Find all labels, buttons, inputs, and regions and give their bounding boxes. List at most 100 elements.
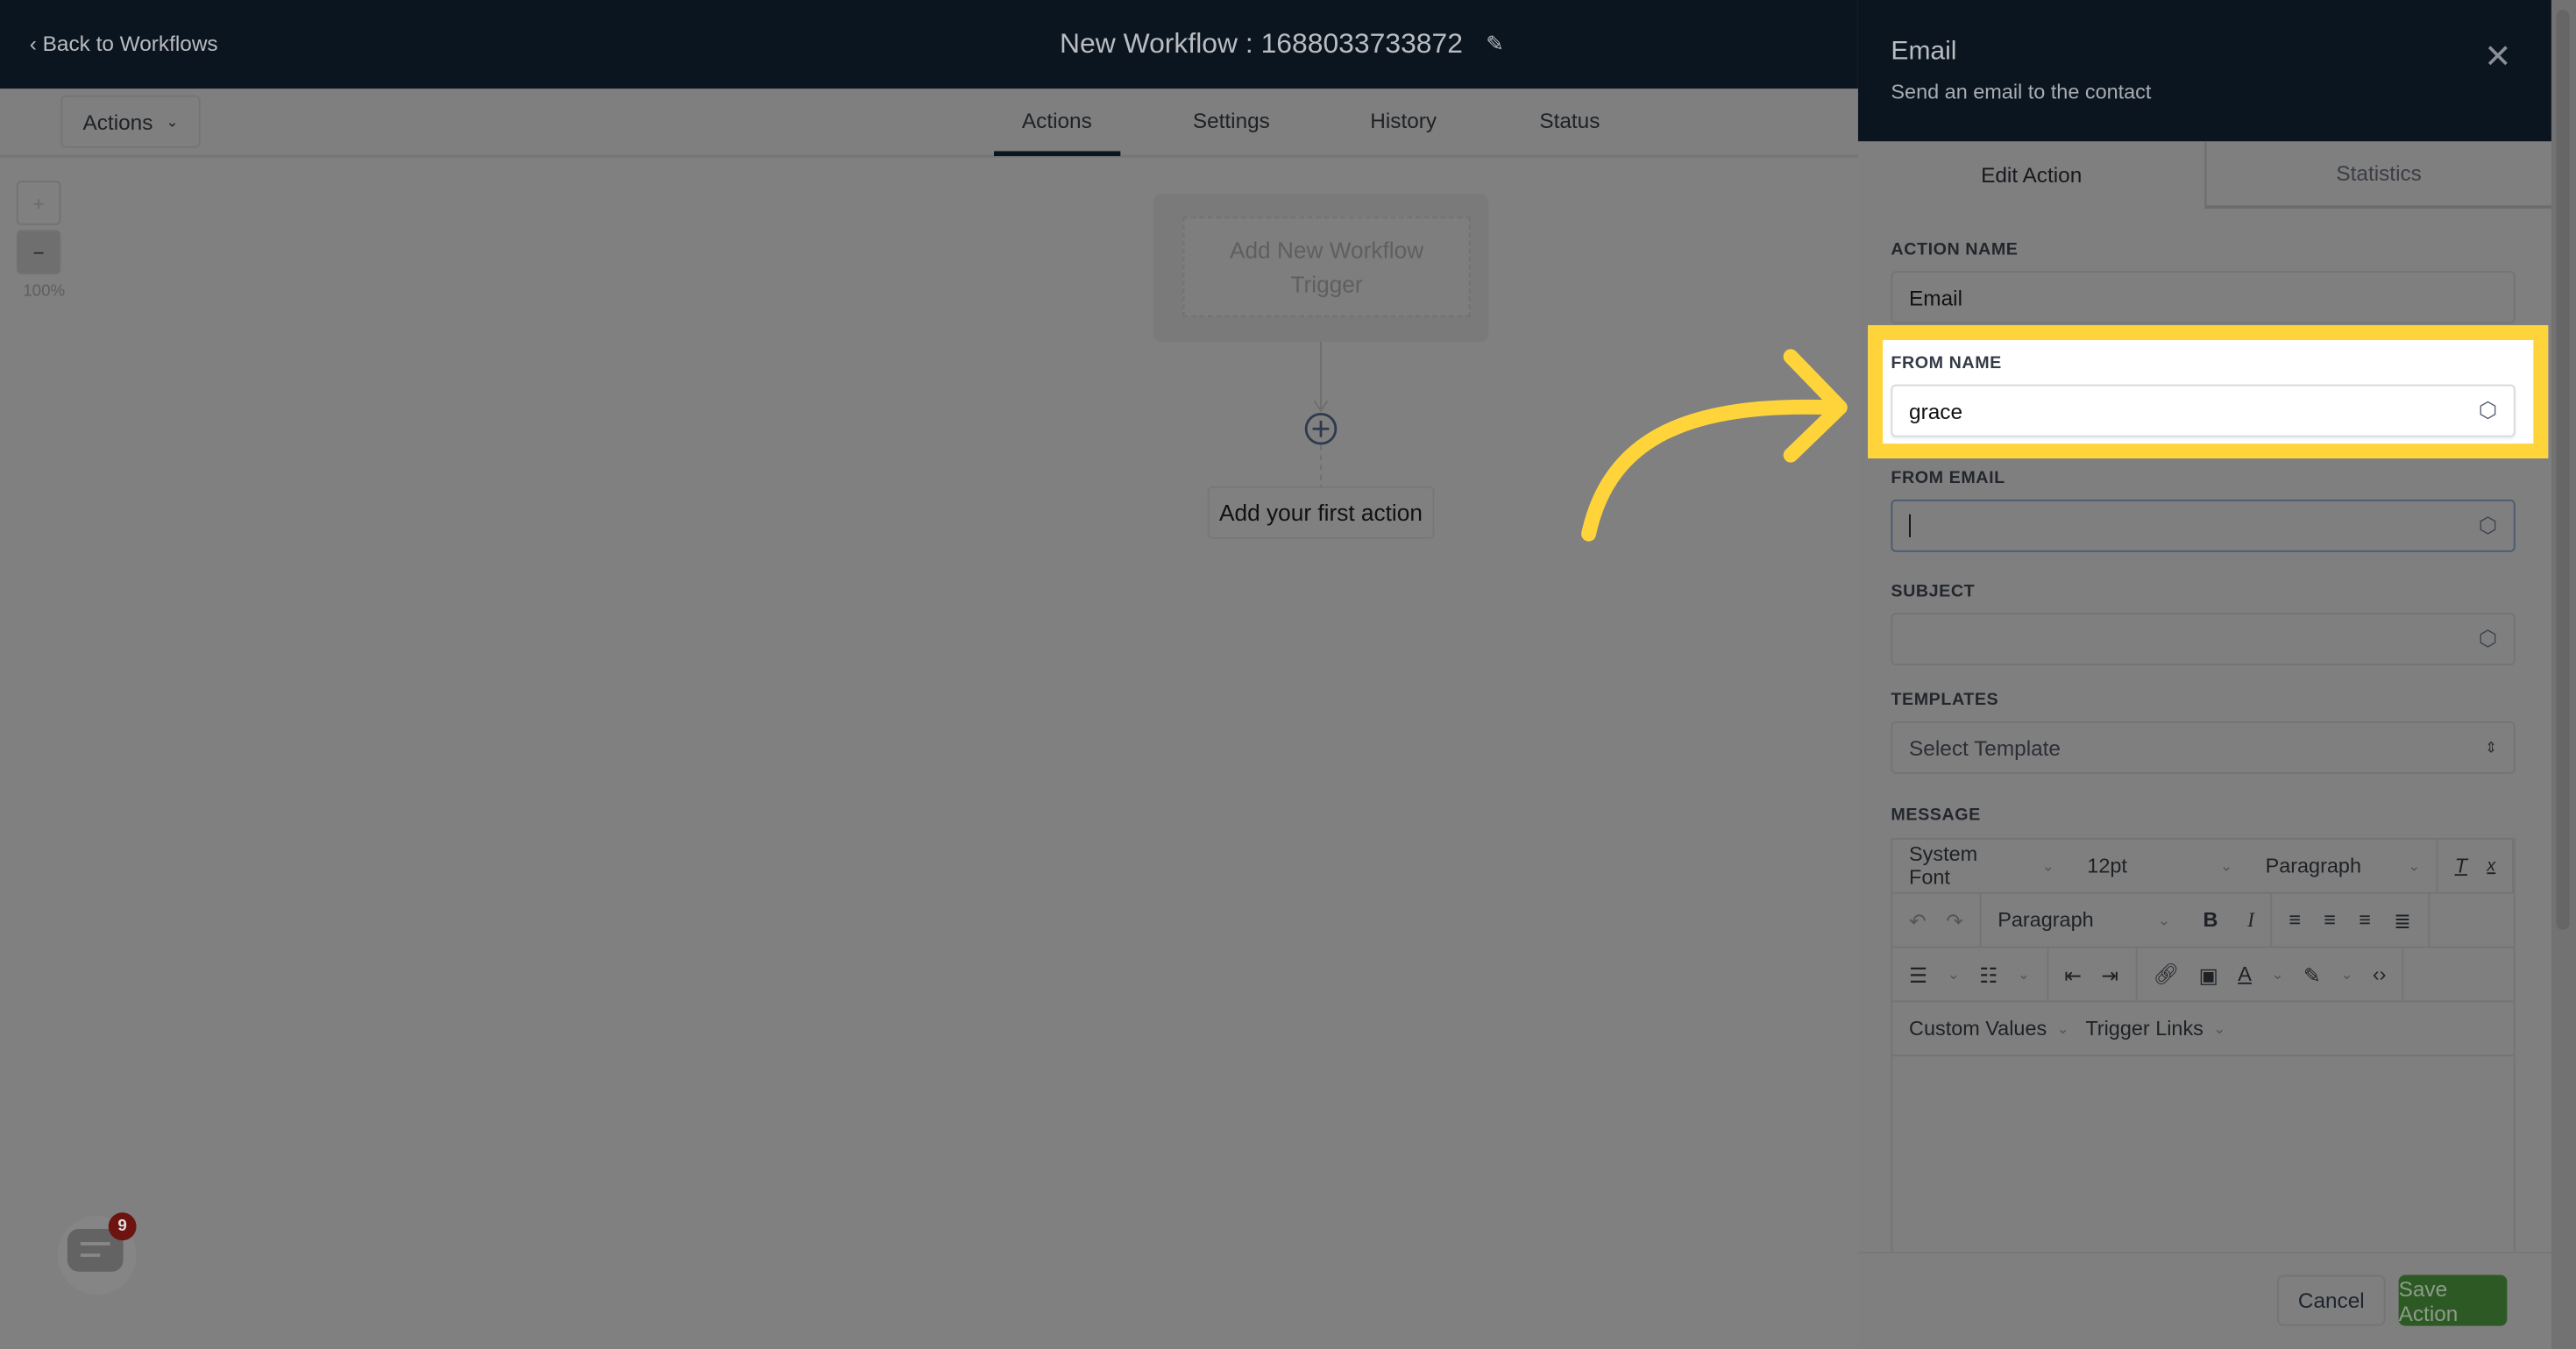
italic-icon[interactable]: I bbox=[2247, 908, 2254, 933]
paragraph-select[interactable]: Paragraph ⌄ bbox=[1981, 894, 2186, 947]
outdent-icon[interactable]: ⇤ bbox=[2064, 962, 2082, 986]
paragraph-value: Paragraph bbox=[1998, 908, 2094, 932]
yellow-arrow-annotation bbox=[1581, 349, 1848, 542]
chevron-down-icon[interactable]: ⌄ bbox=[1948, 965, 1960, 983]
top-header: ‹ Back to Workflows New Workflow : 16880… bbox=[0, 0, 1858, 89]
tab-settings[interactable]: Settings bbox=[1193, 109, 1270, 133]
templates-label: TEMPLATES bbox=[1891, 690, 1999, 710]
tag-icon[interactable]: ⬡ bbox=[2479, 398, 2497, 424]
back-label: Back to Workflows bbox=[42, 31, 218, 56]
actions-label: Actions bbox=[82, 109, 153, 134]
add-trigger-button[interactable]: Add New Workflow Trigger bbox=[1182, 217, 1471, 317]
numbered-list-icon[interactable]: ☷ bbox=[1979, 962, 1998, 986]
cancel-button[interactable]: Cancel bbox=[2276, 1274, 2386, 1326]
tab-history[interactable]: History bbox=[1370, 109, 1437, 133]
tag-icon[interactable]: ⬡ bbox=[2479, 513, 2497, 539]
workflow-title: New Workflow : 1688033733872 ✎ bbox=[1060, 28, 1504, 60]
template-select[interactable]: Select Template ⇕ bbox=[1891, 721, 2516, 774]
message-body[interactable] bbox=[1892, 1056, 2514, 1250]
chevron-down-icon: ⌄ bbox=[2041, 856, 2054, 874]
align-left-icon[interactable]: ≡ bbox=[2289, 909, 2301, 932]
indent-icon[interactable]: ⇥ bbox=[2101, 962, 2118, 986]
subject-input[interactable]: ⬡ bbox=[1891, 613, 2516, 666]
font-value: System Font bbox=[1909, 842, 1978, 890]
chat-widget[interactable]: 9 bbox=[57, 1212, 137, 1296]
from-name-label: FROM NAME bbox=[1891, 352, 2002, 373]
custom-values-label: Custom Values bbox=[1909, 1017, 2047, 1040]
text-color-icon[interactable]: A bbox=[2238, 962, 2252, 985]
font-size-select[interactable]: 12pt ⌄ bbox=[2071, 840, 2249, 892]
custom-values-menu[interactable]: Custom Values ⌄ bbox=[1892, 1002, 2085, 1054]
scrollbar[interactable] bbox=[2551, 0, 2576, 1349]
action-name-input[interactable]: Email bbox=[1891, 271, 2516, 324]
code-icon[interactable]: ‹› bbox=[2373, 962, 2387, 985]
align-right-icon[interactable]: ≡ bbox=[2359, 909, 2371, 932]
connector bbox=[1304, 341, 1338, 486]
message-label: MESSAGE bbox=[1891, 805, 1981, 825]
link-icon[interactable]: 🔗︎ bbox=[2153, 962, 2179, 986]
scrollbar-thumb[interactable] bbox=[2556, 10, 2570, 930]
active-tab-indicator bbox=[994, 151, 1121, 157]
close-icon[interactable]: ✕ bbox=[2484, 36, 2511, 77]
size-value: 12pt bbox=[2087, 854, 2127, 877]
image-icon[interactable]: ▣ bbox=[2199, 962, 2218, 986]
trigger-card: Add New Workflow Trigger bbox=[1153, 194, 1489, 342]
panel-title: Email bbox=[1891, 38, 1957, 66]
editor-toolbar-row-1: System Font ⌄ 12pt ⌄ Paragraph ⌄ Tx bbox=[1892, 839, 2514, 894]
block-format-select[interactable]: Paragraph ⌄ bbox=[2249, 839, 2438, 892]
from-name-highlight: FROM NAME grace ⬡ bbox=[1868, 325, 2549, 458]
panel-subtitle: Send an email to the contact bbox=[1891, 80, 2152, 104]
save-action-button[interactable]: Save Action bbox=[2398, 1274, 2508, 1326]
workflow-toolbar: Actions ⌄ Actions Settings History Status bbox=[0, 89, 1858, 158]
zoom-out-button[interactable]: − bbox=[16, 230, 61, 275]
chevron-down-icon: ⌄ bbox=[2219, 856, 2233, 874]
add-first-action[interactable]: Add your first action bbox=[1207, 486, 1435, 539]
align-center-icon[interactable]: ≡ bbox=[2324, 909, 2336, 932]
trigger-links-menu[interactable]: Trigger Links ⌄ bbox=[2085, 1002, 2225, 1054]
chevron-down-icon[interactable]: ⌄ bbox=[2271, 965, 2283, 983]
bullet-list-icon[interactable]: ☰ bbox=[1909, 962, 1927, 986]
chevron-down-icon[interactable]: ⌄ bbox=[2340, 965, 2352, 983]
editor-toolbar-row-4: Custom Values ⌄ Trigger Links ⌄ bbox=[1892, 1002, 2514, 1057]
highlight-icon[interactable]: ✎ bbox=[2303, 962, 2321, 986]
trigger-links-label: Trigger Links bbox=[2085, 1017, 2203, 1040]
from-email-label: FROM EMAIL bbox=[1891, 468, 2005, 488]
actions-dropdown[interactable]: Actions ⌄ bbox=[60, 95, 201, 148]
from-email-value bbox=[1909, 514, 1911, 537]
bold-icon[interactable]: B bbox=[2203, 909, 2218, 932]
tab-actions[interactable]: Actions bbox=[1022, 109, 1092, 133]
zoom-in-button[interactable]: + bbox=[16, 181, 61, 225]
from-name-input[interactable]: grace ⬡ bbox=[1891, 384, 2516, 437]
panel-header: Email Send an email to the contact ✕ bbox=[1857, 0, 2551, 142]
message-editor: System Font ⌄ 12pt ⌄ Paragraph ⌄ Tx ↶ ↷ Para… bbox=[1891, 837, 2516, 1253]
chevron-down-icon: ⌄ bbox=[166, 112, 179, 130]
tab-status[interactable]: Status bbox=[1539, 109, 1600, 133]
font-family-select[interactable]: System Font ⌄ bbox=[1892, 840, 2070, 892]
chevron-down-icon: ⌄ bbox=[2056, 1019, 2069, 1036]
undo-icon[interactable]: ↶ bbox=[1909, 908, 1927, 932]
redo-icon[interactable]: ↷ bbox=[1946, 908, 1963, 932]
workflow-title-text: New Workflow : 1688033733872 bbox=[1059, 27, 1463, 60]
chevron-down-icon[interactable]: ⌄ bbox=[2018, 965, 2030, 983]
subject-label: SUBJECT bbox=[1891, 581, 1976, 602]
updown-chevron-icon: ⇕ bbox=[2484, 738, 2498, 756]
tag-icon[interactable]: ⬡ bbox=[2479, 626, 2497, 652]
justify-icon[interactable]: ≣ bbox=[2394, 908, 2411, 932]
block-value: Paragraph bbox=[2265, 854, 2361, 877]
back-to-workflows-link[interactable]: ‹ Back to Workflows bbox=[30, 32, 218, 56]
tab-edit-action[interactable]: Edit Action bbox=[1858, 141, 2204, 209]
clear-formatting-icon[interactable]: Tx bbox=[2438, 839, 2514, 892]
tab-statistics[interactable]: Statistics bbox=[2204, 141, 2551, 209]
editor-toolbar-row-3: ☰ ⌄ ☷ ⌄ ⇤ ⇥ 🔗︎ ▣ A ⌄ ✎ ⌄ ‹› bbox=[1892, 948, 2514, 1003]
zoom-level: 100% bbox=[23, 282, 66, 302]
chevron-down-icon: ⌄ bbox=[2213, 1019, 2226, 1036]
action-name-value: Email bbox=[1909, 285, 1962, 310]
pencil-icon[interactable]: ✎ bbox=[1486, 32, 1503, 58]
from-name-value: grace bbox=[1909, 398, 1963, 423]
chat-badge: 9 bbox=[108, 1212, 137, 1241]
chevron-down-icon: ⌄ bbox=[2408, 856, 2421, 874]
action-name-label: ACTION NAME bbox=[1891, 239, 2019, 260]
from-email-input[interactable]: ⬡ bbox=[1891, 499, 2516, 552]
editor-toolbar-row-2: ↶ ↷ Paragraph ⌄ B I ≡ ≡ ≡ ≣ bbox=[1892, 893, 2514, 948]
edit-action-panel: Email Send an email to the contact ✕ Edi… bbox=[1857, 0, 2551, 1349]
